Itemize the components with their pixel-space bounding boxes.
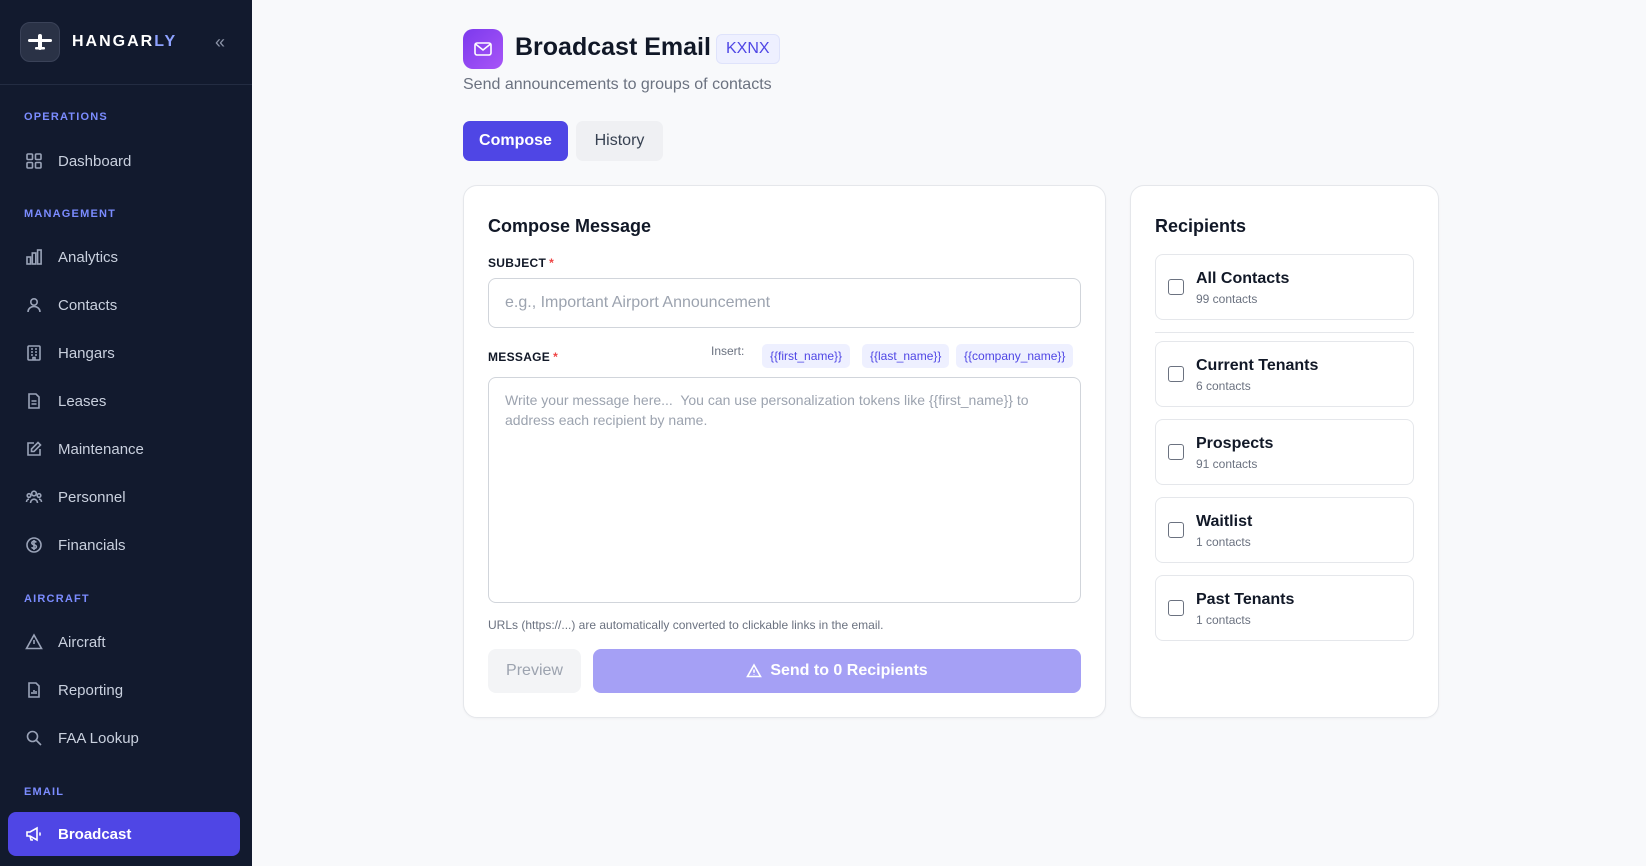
sidebar-item-analytics[interactable]: Analytics bbox=[8, 235, 240, 279]
sidebar-item-aircraft[interactable]: Aircraft bbox=[8, 620, 240, 664]
required-mark: * bbox=[549, 256, 555, 270]
group-count: 6 contacts bbox=[1196, 379, 1251, 393]
collapse-sidebar-icon[interactable]: « bbox=[208, 32, 232, 53]
compose-title: Compose Message bbox=[488, 216, 652, 236]
divider bbox=[1155, 332, 1414, 333]
grid-icon bbox=[24, 151, 44, 171]
sidebar-item-personnel[interactable]: Personnel bbox=[8, 475, 240, 519]
bar-chart-icon bbox=[24, 247, 44, 267]
token-company-name-button[interactable]: {{company_name}} bbox=[956, 344, 1074, 368]
sidebar-item-label: Leases bbox=[58, 392, 107, 410]
sidebar-item-maintenance[interactable]: Maintenance bbox=[8, 427, 240, 471]
section-label-email: EMAIL bbox=[24, 786, 65, 798]
group-name: Prospects bbox=[1196, 435, 1274, 452]
recipient-group-all-contacts[interactable]: All Contacts 99 contacts bbox=[1155, 254, 1414, 320]
tab-compose[interactable]: Compose bbox=[463, 121, 568, 161]
team-icon bbox=[24, 487, 44, 507]
sidebar-item-leases[interactable]: Leases bbox=[8, 379, 240, 423]
compose-card: Compose Message SUBJECT* MESSAGE* Insert… bbox=[463, 185, 1106, 718]
checkbox[interactable] bbox=[1168, 600, 1184, 616]
group-name: Past Tenants bbox=[1196, 591, 1295, 608]
dollar-icon bbox=[24, 535, 44, 555]
megaphone-icon bbox=[24, 824, 44, 844]
url-hint: URLs (https://...) are automatically con… bbox=[488, 618, 884, 632]
building-icon bbox=[24, 343, 44, 363]
sidebar-item-contacts[interactable]: Contacts bbox=[8, 283, 240, 327]
send-button-label: Send to 0 Recipients bbox=[770, 662, 928, 679]
send-button[interactable]: Send to 0 Recipients bbox=[593, 649, 1081, 693]
group-count: 1 contacts bbox=[1196, 535, 1251, 549]
recipients-card: Recipients All Contacts 99 contacts Curr… bbox=[1130, 185, 1439, 718]
page-title: Broadcast Email bbox=[515, 33, 711, 61]
brand-name-suffix: LY bbox=[154, 33, 178, 50]
message-label-text: MESSAGE bbox=[488, 350, 551, 364]
airport-code-badge: KXNX bbox=[716, 34, 780, 64]
sidebar-item-label: Hangars bbox=[58, 344, 115, 362]
sidebar-item-label: Personnel bbox=[58, 488, 126, 506]
insert-label: Insert: bbox=[711, 344, 745, 358]
sidebar-item-dashboard[interactable]: Dashboard bbox=[8, 139, 240, 183]
group-count: 91 contacts bbox=[1196, 457, 1258, 471]
subject-label-text: SUBJECT bbox=[488, 256, 547, 270]
section-label-management: MANAGEMENT bbox=[24, 208, 117, 220]
sidebar-item-hangars[interactable]: Hangars bbox=[8, 331, 240, 375]
sidebar-item-broadcast[interactable]: Broadcast bbox=[8, 812, 240, 856]
preview-button[interactable]: Preview bbox=[488, 649, 581, 693]
message-label: MESSAGE * bbox=[488, 350, 558, 364]
sidebar-item-financials[interactable]: Financials bbox=[8, 523, 240, 567]
report-icon bbox=[24, 680, 44, 700]
sidebar-item-label: Analytics bbox=[58, 248, 119, 266]
message-input[interactable] bbox=[488, 377, 1081, 603]
sidebar-item-label: FAA Lookup bbox=[58, 729, 139, 747]
group-name: All Contacts bbox=[1196, 270, 1290, 287]
subject-input[interactable] bbox=[488, 278, 1081, 328]
sidebar-item-label: Maintenance bbox=[58, 440, 144, 458]
token-last-name-button[interactable]: {{last_name}} bbox=[862, 344, 950, 368]
checkbox[interactable] bbox=[1168, 444, 1184, 460]
recipients-title: Recipients bbox=[1155, 216, 1247, 236]
section-label-operations: OPERATIONS bbox=[24, 111, 108, 123]
search-icon bbox=[24, 728, 44, 748]
sidebar-item-label: Dashboard bbox=[58, 152, 132, 170]
group-name: Current Tenants bbox=[1196, 357, 1319, 374]
brand: HANGARLY « bbox=[0, 0, 252, 85]
brand-name: HANGARLY bbox=[72, 33, 177, 51]
triangle-icon bbox=[24, 632, 44, 652]
checkbox[interactable] bbox=[1168, 522, 1184, 538]
token-first-name-button[interactable]: {{first_name}} bbox=[762, 344, 851, 368]
sidebar-item-faa-lookup[interactable]: FAA Lookup bbox=[8, 716, 240, 760]
edit-icon bbox=[24, 439, 44, 459]
sidebar-item-reporting[interactable]: Reporting bbox=[8, 668, 240, 712]
sidebar: HANGARLY « OPERATIONS Dashboard MANAGEME… bbox=[0, 0, 252, 866]
group-count: 99 contacts bbox=[1196, 292, 1258, 306]
warning-icon bbox=[746, 663, 763, 679]
sidebar-item-label: Contacts bbox=[58, 296, 118, 314]
sidebar-item-label: Financials bbox=[58, 536, 126, 554]
recipient-group-past-tenants[interactable]: Past Tenants 1 contacts bbox=[1155, 575, 1414, 641]
group-name: Waitlist bbox=[1196, 513, 1253, 530]
page-subtitle: Send announcements to groups of contacts bbox=[463, 76, 772, 93]
tab-history[interactable]: History bbox=[576, 121, 663, 161]
sidebar-item-label: Reporting bbox=[58, 681, 124, 699]
sidebar-item-label: Broadcast bbox=[58, 825, 132, 843]
airplane-icon bbox=[20, 22, 60, 62]
mail-icon bbox=[463, 29, 503, 69]
recipient-group-current-tenants[interactable]: Current Tenants 6 contacts bbox=[1155, 341, 1414, 407]
sidebar-item-label: Aircraft bbox=[58, 633, 106, 651]
users-icon bbox=[24, 295, 44, 315]
required-mark: * bbox=[553, 350, 559, 364]
checkbox[interactable] bbox=[1168, 279, 1184, 295]
brand-name-prefix: HANGAR bbox=[72, 33, 155, 50]
subject-label: SUBJECT * bbox=[488, 256, 554, 270]
checkbox[interactable] bbox=[1168, 366, 1184, 382]
document-icon bbox=[24, 391, 44, 411]
group-count: 1 contacts bbox=[1196, 613, 1251, 627]
recipient-group-prospects[interactable]: Prospects 91 contacts bbox=[1155, 419, 1414, 485]
recipient-group-waitlist[interactable]: Waitlist 1 contacts bbox=[1155, 497, 1414, 563]
section-label-aircraft: AIRCRAFT bbox=[24, 593, 90, 605]
